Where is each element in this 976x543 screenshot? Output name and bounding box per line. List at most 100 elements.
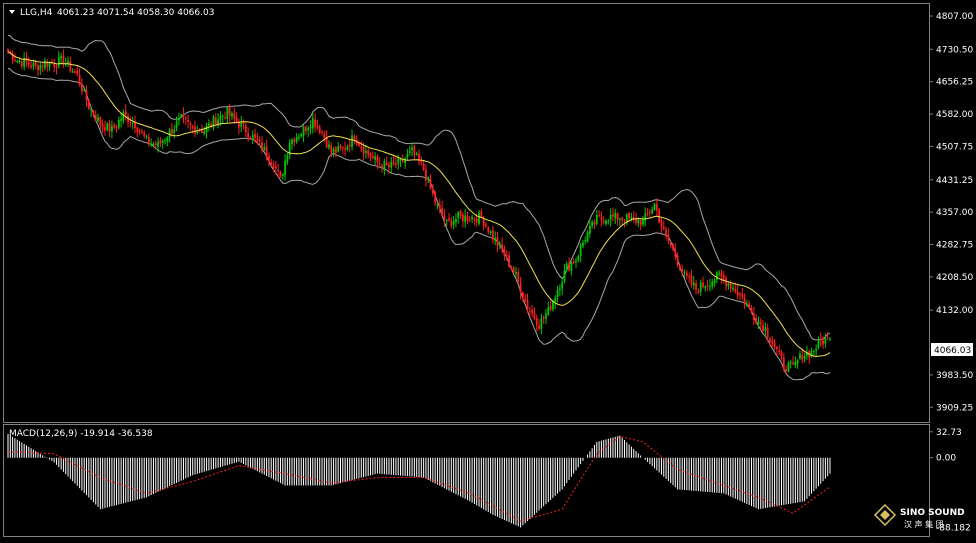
candle-body (591, 221, 594, 227)
candle-body (485, 224, 487, 227)
candle-body (729, 283, 732, 289)
candle-body (829, 338, 831, 340)
candle-body (679, 265, 681, 270)
candle-body (794, 361, 797, 366)
candle-body (161, 140, 164, 143)
price-tick-label: 4807.00 (936, 12, 973, 22)
candle-body (191, 126, 194, 128)
chart-canvas[interactable]: 4807.00 4730.50 4656.25 4582.00 4507.75 4431.… (0, 0, 976, 539)
candle-body (173, 129, 176, 134)
candle-body (757, 320, 760, 325)
candle-body (630, 216, 633, 220)
candle-body (376, 155, 379, 163)
candle-body (360, 146, 363, 148)
candle-body (725, 278, 727, 287)
candle-body (593, 222, 596, 225)
candle-body (711, 281, 714, 287)
candle-body (171, 129, 173, 134)
logo-diamond-inner-icon (880, 510, 890, 520)
candle-body (503, 248, 506, 256)
candle-body (752, 313, 755, 320)
candle-body (799, 353, 801, 359)
candle-body (739, 293, 741, 296)
candle-body (605, 220, 607, 225)
chart-window[interactable]: 4807.00 4730.50 4656.25 4582.00 4507.75 4431.… (0, 0, 976, 539)
candle-body (602, 220, 605, 223)
candle-body (76, 70, 79, 74)
candle-body (487, 227, 490, 233)
symbol-dropdown-icon[interactable] (9, 10, 15, 14)
candle-body (201, 129, 203, 133)
candle-body (168, 129, 171, 138)
moving-average (7, 51, 831, 357)
candle-body (272, 164, 275, 168)
candle-body (392, 161, 395, 164)
candle-body (582, 242, 584, 247)
candle-body (295, 137, 298, 142)
candle-body (337, 146, 340, 152)
candle-body (113, 124, 116, 128)
candle-body (415, 153, 418, 155)
candle-body (150, 143, 153, 146)
candle-body (78, 74, 81, 85)
macd-label: MACD(12,26,9) -19.914 -36.538 (9, 429, 153, 439)
candle-body (256, 138, 259, 141)
candle-body (99, 117, 102, 126)
candle-body (598, 215, 601, 217)
candle-body (358, 143, 360, 147)
candle-body (48, 62, 51, 68)
candle-body (184, 117, 187, 120)
candle-body (261, 142, 263, 151)
candle-body (803, 356, 806, 359)
candle-body (780, 352, 783, 357)
candle-body (263, 147, 266, 150)
candle-body (94, 114, 97, 121)
macd-signal-line (7, 435, 831, 522)
candle-body (748, 303, 751, 307)
candle-body (362, 146, 365, 154)
candle-body (205, 126, 208, 132)
candle-body (542, 316, 545, 319)
candle-body (637, 219, 640, 224)
candle-body (549, 305, 552, 310)
candle-body (187, 119, 190, 122)
candle-body (651, 209, 654, 214)
candle-body (226, 107, 229, 119)
candle-body (764, 327, 767, 331)
candle-body (475, 218, 478, 223)
price-tick-label: 3983.50 (936, 371, 973, 381)
candle-body (300, 134, 303, 137)
candle-body (388, 164, 390, 168)
price-tick-label: 3909.25 (936, 403, 973, 413)
candle-body (697, 291, 700, 293)
candle-body (517, 272, 520, 282)
candle-body (459, 211, 462, 216)
ma-line (7, 51, 831, 357)
candle-body (812, 351, 815, 353)
candle-body (556, 290, 559, 298)
candle-body (221, 115, 224, 117)
candle-body (741, 294, 744, 298)
candle-body (207, 123, 210, 126)
candle-body (618, 218, 621, 220)
candle-body (796, 360, 799, 364)
candle-body (429, 178, 432, 189)
candle-body (385, 162, 388, 165)
candle-body (194, 126, 196, 134)
candle-body (545, 313, 547, 319)
candle-body (111, 126, 113, 132)
candle-body (120, 119, 123, 121)
candle-body (817, 339, 820, 348)
candle-body (395, 163, 397, 166)
candle-body (175, 121, 178, 129)
candle-body (528, 310, 531, 312)
candle-body (74, 71, 76, 73)
candle-body (586, 232, 589, 242)
candle-body (540, 318, 543, 329)
candle-body (685, 273, 688, 277)
candle-body (658, 209, 661, 223)
candle-body (501, 244, 504, 250)
candle-body (177, 118, 180, 121)
candle-body (588, 225, 591, 234)
candle-body (801, 355, 804, 360)
